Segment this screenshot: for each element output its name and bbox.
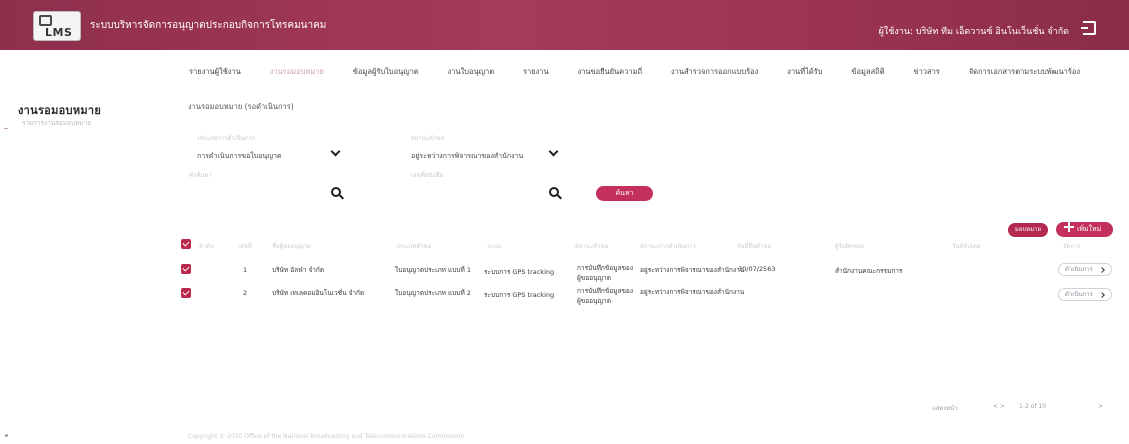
row-action-label: ดำเนินการ — [1065, 291, 1093, 298]
app-header: LMS ระบบบริหารจัดการอนุญาตประกอบกิจการโท… — [0, 0, 1129, 50]
type-filter-select[interactable]: การดำเนินการขอใบอนุญาต — [197, 151, 282, 162]
nav-item-received[interactable]: งานที่ได้รับ — [787, 66, 822, 78]
nav-item-license-work[interactable]: งานใบอนุญาต — [448, 66, 495, 78]
table-header-date: วันที่ยื่นคำขอ — [737, 243, 772, 250]
status-filter-label: สถานะคำขอ — [411, 135, 445, 142]
status-filter-select[interactable]: อยู่ระหว่างการพิจารณาของสำนักงาน — [411, 151, 523, 162]
row-no: 2 — [243, 289, 248, 297]
chevron-right-icon — [1099, 292, 1105, 298]
row-status-line: ผู้ขออนุญาต — [577, 297, 611, 305]
nav-item-news[interactable]: ข่าวสาร — [913, 66, 939, 78]
nav-item-licensee-info[interactable]: ข้อมูลผู้รับใบอนุญาต — [353, 66, 419, 78]
row-checkbox[interactable] — [181, 264, 191, 274]
type-filter-label: ประเภทการดำเนินการ — [197, 135, 256, 142]
search-icon[interactable] — [331, 187, 344, 200]
row-action-button[interactable]: ดำเนินการ — [1058, 288, 1112, 301]
add-button[interactable]: เพิ่มใหม่ — [1056, 222, 1113, 237]
row-action-button[interactable]: ดำเนินการ — [1058, 263, 1112, 276]
row-system: ระบบการ GPS tracking — [484, 291, 555, 299]
row-license: ใบอนุญาตประเภท แบบที่ 1 — [395, 266, 471, 274]
table-header-status: สถานะคำขอ — [575, 243, 609, 250]
row-status-line: การบันทึกข้อมูลของ — [577, 264, 634, 272]
row-no: 1 — [243, 266, 248, 274]
sidebar-item-pending-list[interactable]: รายการงานรอมอบหมาย — [22, 118, 91, 128]
app-title: ระบบบริหารจัดการอนุญาตประกอบกิจการโทรคมน… — [90, 20, 327, 31]
table-header-action: จัดการ — [1063, 243, 1081, 250]
nav-item-pending-assignment[interactable]: งานรอมอบหมาย — [270, 66, 324, 78]
logout-icon[interactable] — [1081, 21, 1096, 35]
nav-item-frequency[interactable]: งานขอยืนยันความถี่ — [577, 66, 642, 78]
footer-copyright: Copyright © 2020 Office of the National … — [188, 433, 465, 440]
keyword-input[interactable]: คำค้นหา — [189, 170, 212, 180]
chevron-down-icon[interactable] — [330, 146, 341, 157]
table-header-id: เลขที่ — [238, 243, 252, 250]
row-company: บริษัท อัลฟ่า จำกัด — [272, 266, 325, 274]
sidebar-active-marker — [4, 128, 8, 129]
corner-dot — [5, 434, 8, 437]
add-button-label: เพิ่มใหม่ — [1077, 225, 1102, 233]
search-icon[interactable] — [549, 187, 562, 200]
row-status: การบันทึกข้อมูลของ ผู้ขออนุญาต — [577, 286, 633, 306]
select-all-checkbox[interactable] — [181, 239, 191, 249]
nav-item-documents[interactable]: จัดการเอกสารตามระบบพัฒนาร้อง — [969, 66, 1080, 78]
plus-icon — [1064, 222, 1074, 232]
app-logo[interactable]: LMS — [33, 11, 81, 41]
user-name: ผู้ใช้งาน: บริษัท ทีม เอ็ดวานซ์ อินโนเว็… — [878, 27, 1069, 37]
doc-number-input[interactable]: เลขที่หนังสือ — [411, 170, 443, 180]
table-header-system: ระบบ — [487, 243, 502, 250]
table-header-license: ประเภทคำขอ — [396, 243, 432, 250]
nav-item-statistics[interactable]: ข้อมูลสถิติ — [851, 66, 884, 78]
table-header-updated: วันที่อัปเดต — [952, 243, 981, 250]
rows-per-page[interactable]: แสดงหน้า — [932, 403, 958, 413]
chevron-down-icon[interactable] — [548, 146, 559, 157]
row-status-line: การบันทึกข้อมูลของ — [577, 287, 634, 295]
row-checkbox[interactable] — [181, 288, 191, 298]
nav-item-survey[interactable]: งานสำรวจการออกแบบร้อง — [671, 66, 758, 78]
row-date: 30/07/2563 — [738, 265, 776, 273]
table-header-assignee: ผู้รับผิดชอบ — [835, 243, 865, 250]
logo-text: LMS — [45, 26, 73, 39]
page-range: 1-2 of 10 — [1019, 403, 1047, 410]
row-status-line: ผู้ขออนุญาต — [577, 274, 611, 282]
assign-button[interactable]: มอบหมาย — [1008, 223, 1048, 237]
row-company: บริษัท เทเลคอมอินโนเวชั่น จำกัด — [272, 289, 365, 297]
search-button[interactable]: ค้นหา — [596, 186, 653, 201]
top-nav: รายงานผู้ใช้งาน งานรอมอบหมาย ข้อมูลผู้รั… — [189, 66, 1106, 78]
sidebar-title: งานรอมอบหมาย — [18, 104, 102, 117]
page-next-button[interactable]: > — [1098, 403, 1103, 410]
logo-mark-icon — [39, 15, 52, 26]
breadcrumb: งานรอมอบหมาย (รอดำเนินการ) — [188, 102, 294, 111]
nav-item-user-report[interactable]: รายงานผู้ใช้งาน — [189, 66, 241, 78]
table-header-company: ชื่อผู้ขออนุญาต — [272, 243, 311, 250]
chevron-right-icon — [1099, 267, 1105, 273]
row-process: อยู่ระหว่างการพิจารณาของสำนักงาน — [640, 288, 745, 296]
row-process: อยู่ระหว่างการพิจารณาของสำนักงาน — [640, 266, 745, 274]
row-license: ใบอนุญาตประเภท แบบที่ 2 — [395, 289, 471, 297]
nav-item-report[interactable]: รายงาน — [523, 66, 549, 78]
row-action-label: ดำเนินการ — [1065, 266, 1093, 273]
page-nav-arrows[interactable]: < > — [993, 403, 1005, 410]
table-header-no: ลำดับ — [199, 243, 214, 250]
table-header-process: สถานะการดำเนินการ — [640, 243, 696, 250]
row-system: ระบบการ GPS tracking — [484, 268, 555, 276]
row-assignee: สำนักงานคณะกรรมการ — [835, 267, 903, 275]
row-status: การบันทึกข้อมูลของ ผู้ขออนุญาต — [577, 263, 633, 283]
